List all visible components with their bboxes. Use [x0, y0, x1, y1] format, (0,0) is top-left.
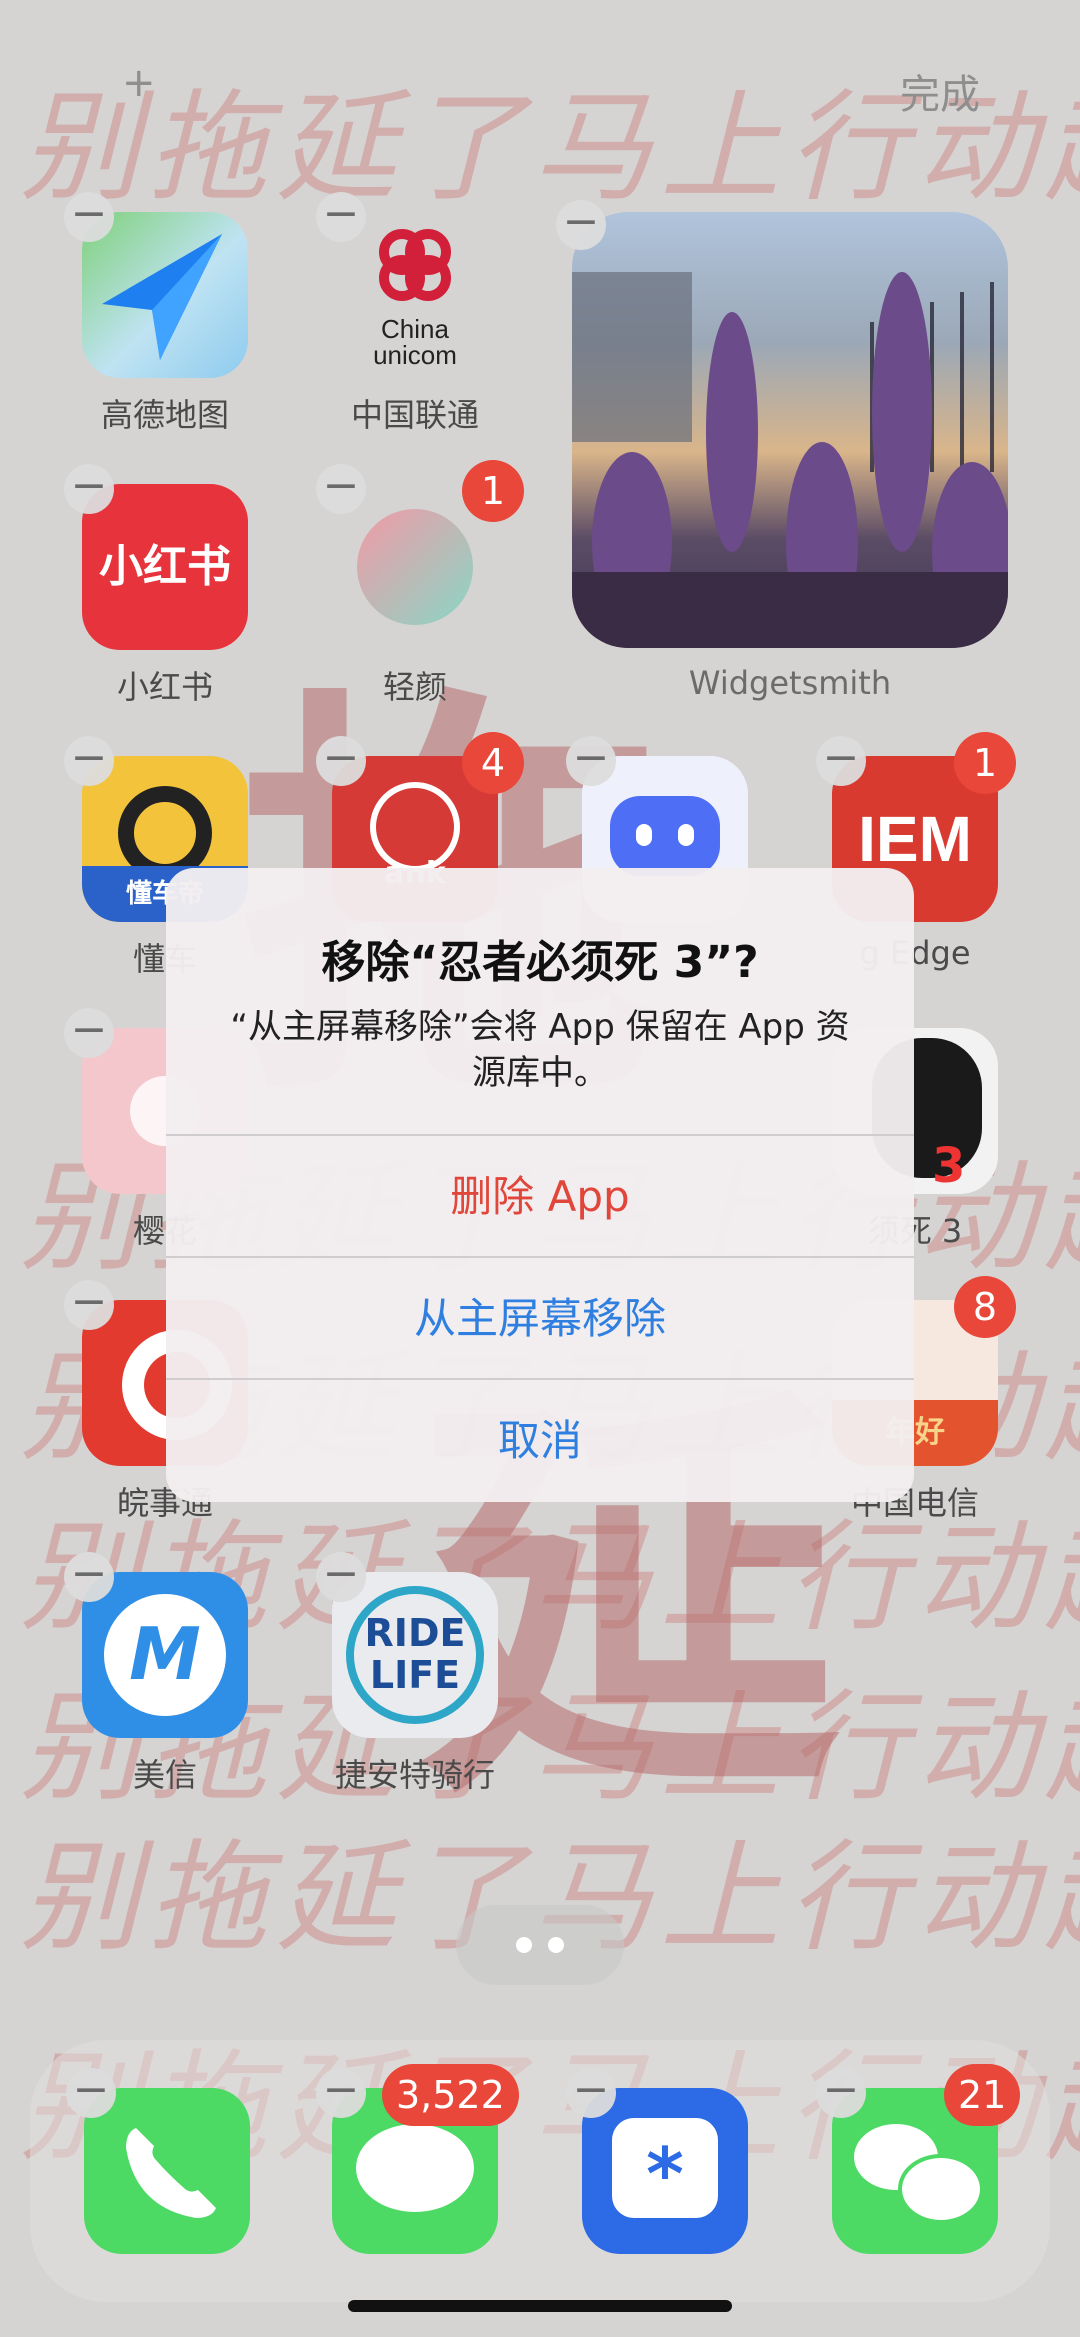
- app-label: 小红书: [116, 668, 213, 706]
- add-widget-button[interactable]: +: [122, 60, 156, 106]
- remove-app-minus-icon[interactable]: −: [816, 2068, 866, 2118]
- remove-app-minus-icon[interactable]: −: [64, 464, 114, 514]
- notification-badge: 1: [954, 732, 1016, 794]
- remove-app-alert: 移除“忍者必须死 3”? “从主屏幕移除”会将 App 保留在 App 资源库中…: [166, 868, 914, 1502]
- dock-app-wechat[interactable]: − 21: [816, 2064, 1021, 2254]
- app-meixin[interactable]: − M 美信: [64, 1552, 250, 1796]
- dock-app-dingtalk[interactable]: − *: [566, 2068, 750, 2254]
- remove-app-minus-icon[interactable]: −: [64, 1008, 114, 1058]
- app-label: 捷安特骑行: [334, 1756, 495, 1794]
- remove-from-home-button[interactable]: 从主屏幕移除: [166, 1256, 914, 1380]
- app-ridelife[interactable]: − RIDE LIFE 捷安特骑行: [316, 1552, 500, 1796]
- remove-app-minus-icon[interactable]: −: [566, 2068, 616, 2118]
- remove-app-minus-icon[interactable]: −: [816, 736, 866, 786]
- page-dot: [516, 1937, 532, 1953]
- app-amap[interactable]: − 高德地图: [64, 192, 250, 436]
- remove-app-minus-icon[interactable]: −: [64, 1552, 114, 1602]
- notification-badge: 21: [944, 2064, 1021, 2126]
- app-label: 美信: [132, 1756, 197, 1794]
- app-xiaohongshu[interactable]: − 小红书 小红书: [64, 464, 250, 708]
- widgetsmith-photo-widget[interactable]: [572, 212, 1008, 648]
- unicom-text: unicom: [373, 340, 457, 370]
- notification-badge: 3,522: [382, 2064, 519, 2126]
- page-indicator[interactable]: [456, 1905, 624, 1985]
- app-qingyan[interactable]: − 1 轻颜: [316, 460, 524, 708]
- remove-app-minus-icon[interactable]: −: [66, 2068, 116, 2118]
- app-label: 中国联通: [350, 396, 479, 434]
- widget-label: Widgetsmith: [688, 664, 892, 702]
- remove-app-minus-icon[interactable]: −: [64, 736, 114, 786]
- alert-message: “从主屏幕移除”会将 App 保留在 App 资源库中。: [230, 1007, 850, 1093]
- remove-app-minus-icon[interactable]: −: [64, 1280, 114, 1330]
- remove-app-minus-icon[interactable]: −: [316, 736, 366, 786]
- dock-app-phone[interactable]: −: [66, 2068, 252, 2254]
- page-dot: [548, 1937, 564, 1953]
- dock-app-messages[interactable]: − 3,522: [316, 2064, 519, 2254]
- cancel-button[interactable]: 取消: [166, 1378, 914, 1502]
- remove-app-minus-icon[interactable]: −: [316, 1552, 366, 1602]
- app-china-unicom[interactable]: − China unicom 中国联通: [316, 192, 500, 436]
- done-button[interactable]: 完成: [900, 62, 980, 120]
- remove-app-minus-icon[interactable]: −: [316, 464, 366, 514]
- notification-badge: 4: [462, 732, 524, 794]
- remove-app-minus-icon[interactable]: −: [64, 192, 114, 242]
- remove-app-minus-icon[interactable]: −: [316, 2068, 366, 2118]
- alert-title: 移除“忍者必须死 3”?: [321, 937, 759, 988]
- delete-app-button[interactable]: 删除 App: [166, 1134, 914, 1258]
- remove-app-minus-icon[interactable]: −: [566, 736, 616, 786]
- remove-app-minus-icon[interactable]: −: [316, 192, 366, 242]
- notification-badge: 8: [954, 1276, 1016, 1338]
- notification-badge: 1: [462, 460, 524, 522]
- home-indicator[interactable]: [348, 2300, 732, 2312]
- remove-widget-minus-icon[interactable]: −: [556, 200, 606, 250]
- app-label: 轻颜: [382, 668, 447, 706]
- app-label: 高德地图: [100, 396, 229, 434]
